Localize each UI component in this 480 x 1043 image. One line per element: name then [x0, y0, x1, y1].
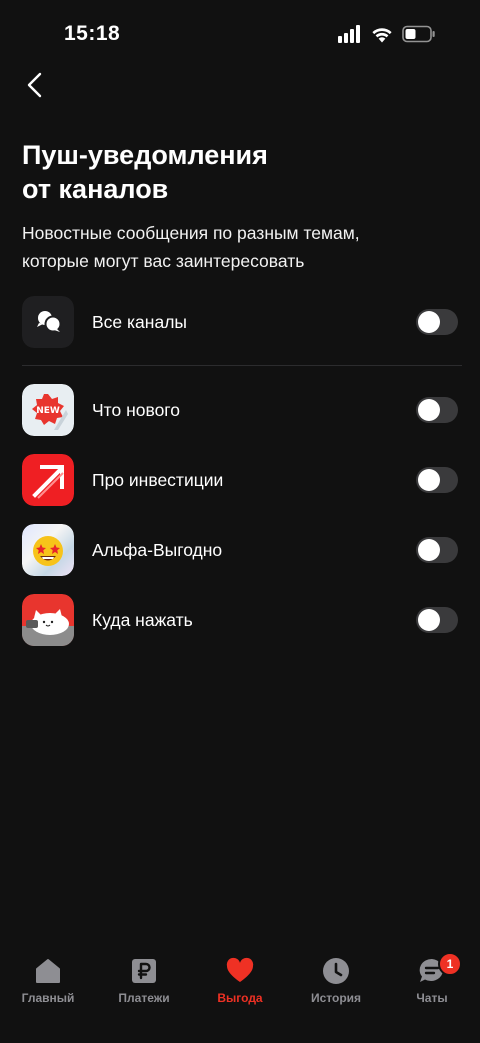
tab-payments[interactable]: Платежи — [96, 957, 192, 1017]
channel-toggle-whats-new[interactable] — [416, 397, 458, 423]
ruble-icon — [130, 957, 158, 985]
cat-sticker-icon — [22, 594, 74, 646]
tab-home[interactable]: Главный — [0, 957, 96, 1017]
star-eyes-emoji-icon — [22, 524, 74, 576]
toggle-knob — [418, 609, 440, 631]
heart-icon — [226, 957, 254, 985]
channel-toggle-alfa-vygodno[interactable] — [416, 537, 458, 563]
tab-label: Платежи — [118, 991, 170, 1005]
channel-toggle-where-to-click[interactable] — [416, 607, 458, 633]
investment-arrow-icon — [22, 454, 74, 506]
tab-benefits[interactable]: Выгода — [192, 957, 288, 1017]
channel-row-whats-new: NEW Что нового — [22, 384, 460, 436]
toggle-knob — [418, 469, 440, 491]
home-icon — [34, 957, 62, 985]
page-title: Пуш-уведомления от каналов — [22, 140, 268, 204]
wifi-icon — [372, 27, 392, 42]
status-time: 15:18 — [64, 22, 121, 45]
new-badge-icon: NEW — [22, 384, 74, 436]
clock-icon — [322, 957, 350, 985]
svg-text:NEW: NEW — [36, 406, 60, 416]
status-bar: 15:18 — [0, 0, 480, 70]
toggle-knob — [418, 399, 440, 421]
channel-label: Про инвестиции — [92, 470, 224, 490]
tab-chats[interactable]: 1 Чаты — [384, 952, 480, 1017]
all-channels-label: Все каналы — [92, 312, 187, 332]
status-icons — [338, 25, 436, 43]
tab-label: Выгода — [217, 991, 263, 1005]
unread-badge: 1 — [438, 952, 462, 976]
tab-history[interactable]: История — [288, 957, 384, 1017]
channel-row-alfa-vygodno: Альфа-Выгодно — [22, 524, 460, 576]
channel-row-where-to-click: Куда нажать — [22, 594, 460, 646]
chevron-left-icon — [27, 72, 42, 98]
toggle-knob — [418, 539, 440, 561]
chat-bubbles-icon — [22, 296, 74, 348]
all-channels-toggle[interactable] — [416, 309, 458, 335]
channel-label: Что нового — [92, 400, 181, 420]
divider — [22, 365, 462, 366]
page-subtitle: Новостные сообщения по разным темам, кот… — [22, 223, 360, 271]
cellular-icon — [338, 25, 360, 43]
channel-row-investments: Про инвестиции — [22, 454, 460, 506]
battery-icon — [402, 25, 435, 43]
channel-toggle-investments[interactable] — [416, 467, 458, 493]
toggle-knob — [418, 311, 440, 333]
tab-label: История — [310, 991, 362, 1005]
channel-label: Куда нажать — [92, 610, 193, 630]
channel-label: Альфа-Выгодно — [92, 540, 223, 560]
tab-bar: Главный Платежи Выгода История 1 Чаты — [0, 945, 480, 1043]
all-channels-row: Все каналы — [22, 296, 460, 348]
tab-label: Главный — [21, 991, 75, 1005]
back-button[interactable] — [18, 68, 52, 102]
tab-label: Чаты — [416, 991, 448, 1005]
